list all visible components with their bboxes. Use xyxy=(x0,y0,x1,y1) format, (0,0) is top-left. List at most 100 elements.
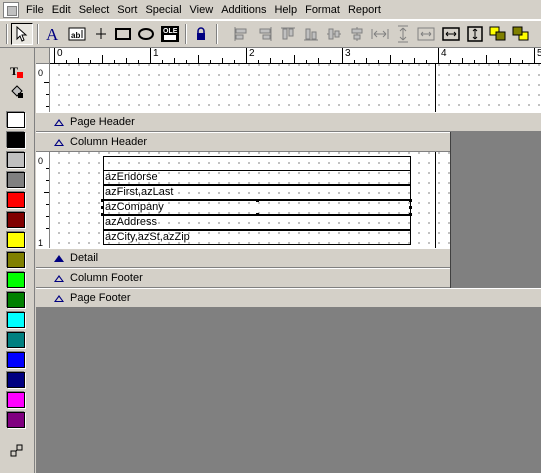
band-detail[interactable]: Detail xyxy=(36,248,450,268)
blank-field[interactable] xyxy=(103,156,411,171)
color-swatch[interactable] xyxy=(7,112,25,128)
ruler-label: 3 xyxy=(345,48,351,59)
color-swatch[interactable] xyxy=(7,352,25,368)
field-tool-button[interactable]: ab xyxy=(66,23,88,45)
ruler-minor-tick xyxy=(354,60,355,63)
color-swatch[interactable] xyxy=(7,212,25,228)
text-tool-button[interactable]: A xyxy=(42,23,64,45)
ruler-major-tick xyxy=(534,48,535,63)
menu-sort[interactable]: Sort xyxy=(115,0,143,20)
selection-handle[interactable] xyxy=(256,199,259,202)
band-column-header[interactable]: Column Header xyxy=(36,132,450,152)
band-page-footer[interactable]: Page Footer xyxy=(36,288,541,308)
collapse-triangle-icon xyxy=(54,138,64,146)
color-swatch[interactable] xyxy=(7,392,25,408)
text-color-button[interactable]: T xyxy=(6,62,28,82)
band-label: Column Header xyxy=(70,136,148,148)
band-column-footer[interactable]: Column Footer xyxy=(36,268,450,288)
bring-to-front-button[interactable] xyxy=(487,23,509,45)
color-swatch[interactable] xyxy=(7,272,25,288)
lock-button[interactable] xyxy=(190,23,212,45)
ruler-major-tick xyxy=(438,48,439,63)
color-swatch[interactable] xyxy=(7,232,25,248)
center-vertical-button[interactable] xyxy=(346,23,368,45)
selection-handle[interactable] xyxy=(409,206,412,209)
ruler-corner xyxy=(36,48,50,64)
color-swatch[interactable] xyxy=(7,152,25,168)
same-height-button[interactable] xyxy=(464,23,486,45)
grid-snap-button[interactable] xyxy=(6,440,28,460)
color-swatch[interactable] xyxy=(7,412,25,428)
selection-handle[interactable] xyxy=(101,206,104,209)
ruler-label: 0 xyxy=(57,48,63,59)
ruler-minor-tick xyxy=(486,55,487,63)
menu-additions[interactable]: Additions xyxy=(219,0,272,20)
field-azfirst-azlast[interactable]: azFirst,azLast xyxy=(103,185,411,200)
ruler-label: 2 xyxy=(249,48,255,59)
selection-handle[interactable] xyxy=(256,213,259,216)
fill-color-button[interactable] xyxy=(6,82,28,102)
line-tool-button[interactable] xyxy=(90,23,112,45)
menu-bar: File Edit Select Sort Special View Addit… xyxy=(0,0,541,20)
selection-handle[interactable] xyxy=(101,199,104,202)
ruler-minor-tick xyxy=(126,58,127,63)
selection-handle[interactable] xyxy=(409,199,412,202)
color-swatch[interactable] xyxy=(7,172,25,188)
color-swatch[interactable] xyxy=(7,312,25,328)
ruler-minor-tick xyxy=(198,55,199,63)
rectangle-tool-icon xyxy=(115,28,131,40)
title-band-area[interactable] xyxy=(50,64,541,112)
column-header-band-area[interactable]: azEndorse azFirst,azLast azCompany azAdd… xyxy=(50,152,450,248)
align-bottom-button[interactable] xyxy=(300,23,322,45)
same-height-icon xyxy=(467,26,483,42)
color-swatch[interactable] xyxy=(7,132,25,148)
ruler-minor-tick xyxy=(234,60,235,63)
rectangle-tool-button[interactable] xyxy=(112,23,134,45)
space-horizontal-button[interactable] xyxy=(369,23,391,45)
bring-to-front-icon xyxy=(489,26,506,41)
color-swatch[interactable] xyxy=(7,332,25,348)
selection-handle[interactable] xyxy=(101,213,104,216)
menu-file[interactable]: File xyxy=(24,0,50,20)
color-swatch[interactable] xyxy=(7,372,25,388)
oval-tool-button[interactable] xyxy=(135,23,157,45)
align-left-button[interactable] xyxy=(230,23,252,45)
ruler-minor-tick xyxy=(222,58,223,63)
color-swatch[interactable] xyxy=(7,192,25,208)
vruler-label: 0 xyxy=(38,156,44,166)
align-right-button[interactable] xyxy=(254,23,276,45)
band-label: Column Footer xyxy=(70,272,143,284)
field-azaddress[interactable]: azAddress xyxy=(103,215,411,230)
same-width-button[interactable] xyxy=(440,23,462,45)
ruler-label: 5 xyxy=(537,48,541,59)
menu-special[interactable]: Special xyxy=(143,0,187,20)
menu-format[interactable]: Format xyxy=(303,0,346,20)
band-label: Page Header xyxy=(70,116,135,128)
same-size-button[interactable] xyxy=(415,23,437,45)
ole-object-button[interactable]: OLE xyxy=(159,23,181,45)
menu-view[interactable]: View xyxy=(188,0,220,20)
pointer-tool-button[interactable] xyxy=(11,23,33,45)
space-vertical-button[interactable] xyxy=(392,23,414,45)
selection-handle[interactable] xyxy=(409,213,412,216)
send-to-back-button[interactable] xyxy=(510,23,532,45)
menu-report[interactable]: Report xyxy=(346,0,387,20)
center-horizontal-button[interactable] xyxy=(323,23,345,45)
menu-edit[interactable]: Edit xyxy=(50,0,77,20)
field-azcity-azst-azzip[interactable]: azCity,azSt,azZip xyxy=(103,230,411,245)
app-icon[interactable] xyxy=(3,1,19,18)
align-bottom-icon xyxy=(304,28,318,41)
ruler-minor-tick xyxy=(258,60,259,63)
align-top-button[interactable] xyxy=(277,23,299,45)
menu-help[interactable]: Help xyxy=(272,0,303,20)
column-margin-area xyxy=(450,132,541,288)
field-azendorse[interactable]: azEndorse xyxy=(103,170,411,185)
vertical-ruler-column-header: 0 1 xyxy=(36,152,50,248)
band-page-header[interactable]: Page Header xyxy=(36,112,541,132)
color-swatch[interactable] xyxy=(7,252,25,268)
ruler-minor-tick xyxy=(162,60,163,63)
ruler-minor-tick xyxy=(522,60,523,63)
color-swatch[interactable] xyxy=(7,292,25,308)
ruler-minor-tick xyxy=(498,60,499,63)
menu-select[interactable]: Select xyxy=(77,0,116,20)
